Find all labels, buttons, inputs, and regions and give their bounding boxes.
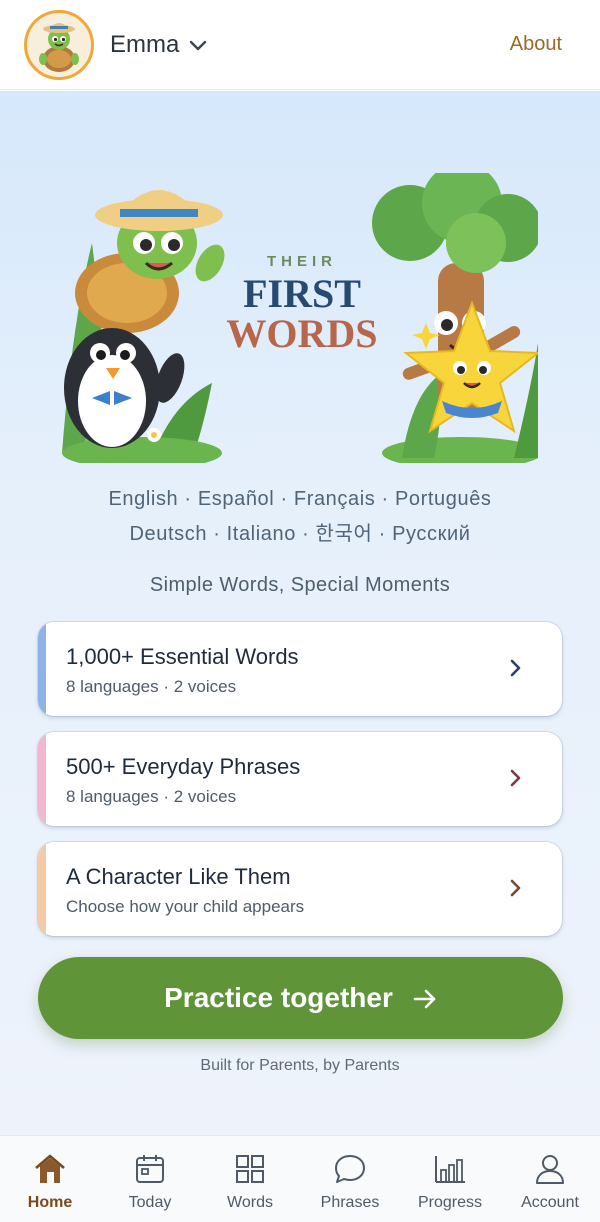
- nav-progress[interactable]: Progress: [400, 1136, 500, 1222]
- bar-chart-icon: [433, 1152, 467, 1186]
- home-icon: [33, 1152, 67, 1186]
- tagline: Simple Words, Special Moments: [149, 574, 451, 596]
- card-title: 500+ Everyday Phrases: [66, 754, 301, 779]
- chevron-right-icon: [510, 659, 521, 677]
- nav-home[interactable]: Home: [0, 1136, 100, 1222]
- nav-words[interactable]: Words: [200, 1136, 300, 1222]
- footnote: Built for Parents, by Parents: [200, 1057, 400, 1074]
- practice-button-label: Practice together: [164, 982, 393, 1013]
- bottom-nav: Home Today Words Phrases Progress Accoun…: [0, 1135, 600, 1222]
- character-card[interactable]: A Character Like Them Choose how your ch…: [38, 842, 562, 936]
- avatar[interactable]: [24, 9, 94, 80]
- card-accent: [38, 842, 46, 936]
- nav-today[interactable]: Today: [100, 1136, 200, 1222]
- card-subtitle: 8 languages · 2 voices: [66, 677, 237, 696]
- nav-phrases[interactable]: Phrases: [300, 1136, 400, 1222]
- nav-label: Progress: [417, 1194, 483, 1211]
- nav-label: Phrases: [320, 1194, 380, 1211]
- top-bar: Emma About: [0, 0, 600, 90]
- essential-words-card[interactable]: 1,000+ Essential Words 8 languages · 2 v…: [38, 622, 562, 716]
- chevron-right-icon: [510, 879, 521, 897]
- languages-line-1: English · Español · Français · Português: [108, 488, 492, 510]
- card-subtitle: Choose how your child appears: [66, 897, 305, 916]
- chat-bubble-icon: [333, 1152, 367, 1186]
- hero-title-their: THEIR: [267, 253, 337, 270]
- card-title: 1,000+ Essential Words: [66, 644, 299, 669]
- languages-line-2: Deutsch · Italiano · 한국어 · Русский: [129, 523, 471, 545]
- profile-name: Emma: [110, 30, 180, 58]
- nav-account[interactable]: Account: [500, 1136, 600, 1222]
- hero-title-words: WORDS: [226, 311, 378, 356]
- hero-title: THEIR FIRST WORDS: [212, 253, 392, 354]
- arrow-right-icon: [413, 989, 436, 1009]
- grid-icon: [234, 1152, 266, 1186]
- calendar-icon: [134, 1152, 166, 1186]
- profile-switcher[interactable]: Emma: [24, 9, 207, 80]
- card-accent: [38, 732, 46, 826]
- nav-label: Home: [27, 1194, 73, 1211]
- card-accent: [38, 622, 46, 716]
- nav-label: Words: [227, 1194, 273, 1211]
- practice-together-button[interactable]: Practice together: [38, 957, 563, 1039]
- chevron-right-icon: [510, 769, 521, 787]
- card-title: A Character Like Them: [66, 864, 291, 889]
- card-subtitle: 8 languages · 2 voices: [66, 787, 237, 806]
- about-link[interactable]: About: [510, 33, 562, 56]
- nav-label: Today: [128, 1194, 172, 1211]
- everyday-phrases-card[interactable]: 500+ Everyday Phrases 8 languages · 2 vo…: [38, 732, 562, 826]
- hero-title-first: FIRST: [243, 271, 361, 316]
- hero-banner: THEIR FIRST WORDS: [62, 173, 538, 463]
- person-icon: [534, 1152, 566, 1186]
- turtle-avatar-illustration: [39, 22, 79, 72]
- home-content: THEIR FIRST WORDS English · Español · Fr…: [0, 91, 600, 1135]
- nav-label: Account: [521, 1194, 579, 1211]
- chevron-down-icon: [190, 40, 207, 50]
